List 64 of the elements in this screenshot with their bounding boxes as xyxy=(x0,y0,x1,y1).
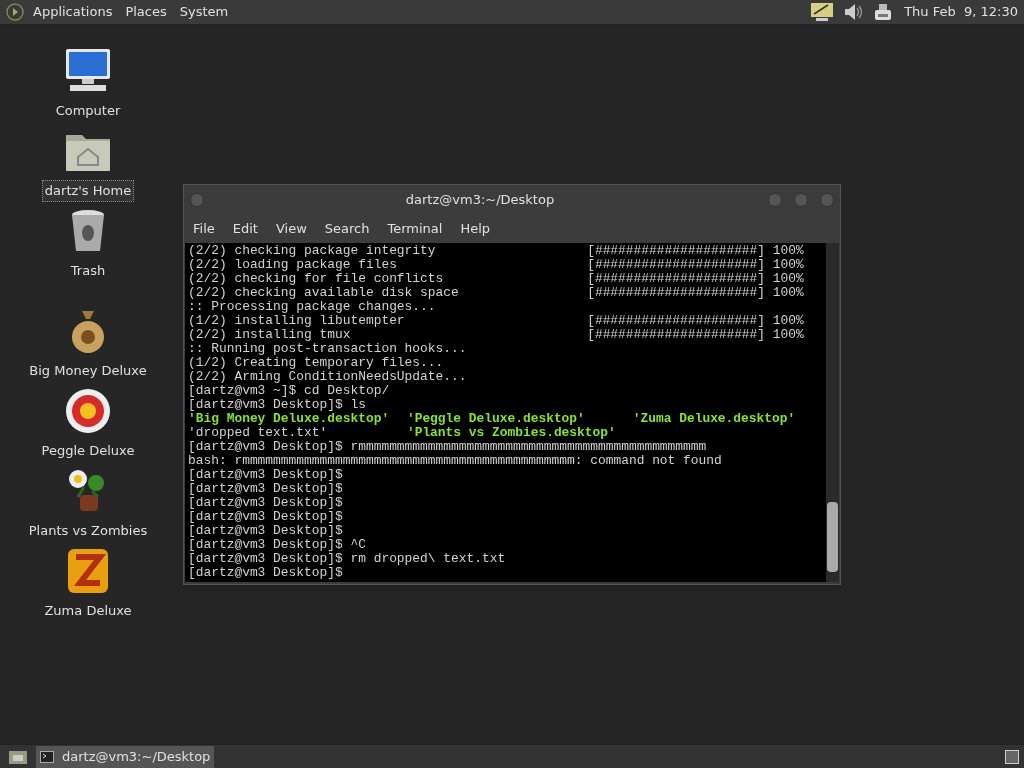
icon-label[interactable]: Big Money Deluxe xyxy=(26,360,150,382)
terminal-line: (2/2) checking for file conflicts xyxy=(188,272,445,286)
percent-text: 100% xyxy=(772,314,804,328)
terminal-line: [dartz@vm3 Desktop]$ xyxy=(188,482,343,496)
panel-menu[interactable]: Applications xyxy=(33,2,113,22)
menu-item[interactable]: View xyxy=(270,219,312,239)
taskbar-button[interactable]: dartz@vm3:~/Desktop xyxy=(36,745,215,768)
terminal-line: [dartz@vm3 Desktop]$ rm dropped\ text.txt xyxy=(188,552,506,566)
terminal-line: (2/2) loading package files xyxy=(188,258,398,272)
progress-text: [#####################] xyxy=(587,244,766,258)
clock[interactable]: Thu Feb 9, 12:30 xyxy=(904,2,1018,22)
terminal-line: [dartz@vm3 Desktop]$ xyxy=(188,510,343,524)
icon-label[interactable]: Computer xyxy=(52,100,124,122)
icon-label[interactable]: Plants vs Zombies xyxy=(25,520,151,542)
menu-item[interactable]: File xyxy=(188,219,220,239)
terminal-line: [dartz@vm3 Desktop]$ xyxy=(188,566,343,580)
menu-item[interactable]: Edit xyxy=(227,219,263,239)
percent-text: 100% xyxy=(772,258,804,272)
terminal-line: (2/2) installing tmux xyxy=(188,328,352,342)
terminal-line: [dartz@vm3 Desktop]$ xyxy=(188,524,343,538)
icon-label[interactable]: dartz's Home xyxy=(41,180,135,202)
terminal-line: (2/2) Arming ConditionNeedsUpdate... xyxy=(188,370,467,384)
panel-menu[interactable]: Places xyxy=(125,2,167,22)
file-name: 'Plants vs Zombies.desktop' xyxy=(406,426,617,440)
terminal-line: [dartz@vm3 Desktop]$ ^C xyxy=(188,538,366,552)
file-name: 'Peggle Deluxe.desktop' xyxy=(406,412,586,426)
panel-menu[interactable]: System xyxy=(179,2,229,22)
menu-item[interactable]: Terminal xyxy=(382,219,448,239)
terminal-line: :: Processing package changes... xyxy=(188,300,436,314)
speaker-icon[interactable] xyxy=(842,2,865,22)
app-menu-icon[interactable] xyxy=(6,3,24,21)
file-name: 'dropped text.txt' xyxy=(188,426,329,440)
window-title: dartz@vm3:~/Desktop xyxy=(404,191,556,210)
terminal-icon xyxy=(40,750,54,763)
monitor-icon[interactable] xyxy=(810,2,835,22)
terminal-line: :: Running post-transaction hooks... xyxy=(188,342,467,356)
percent-text: 100% xyxy=(772,272,804,286)
progress-text: [#####################] xyxy=(587,314,766,328)
percent-text: 100% xyxy=(772,328,804,342)
progress-text: [#####################] xyxy=(587,258,766,272)
file-name: 'Zuma Deluxe.desktop' xyxy=(632,412,796,426)
workspace-switcher[interactable] xyxy=(1005,749,1019,764)
terminal-line: [dartz@vm3 Desktop]$ rmmmmmmmmmmmmmmmmmmmmmmmmmmmmmmmmmmmmmmmmmmmmm xyxy=(188,440,707,454)
scrollbar[interactable] xyxy=(826,243,839,582)
menu-item[interactable]: Help xyxy=(455,219,496,239)
terminal-line: [dartz@vm3 Desktop]$ ls xyxy=(188,398,366,412)
file-name: 'Big Money Deluxe.desktop' xyxy=(188,412,391,426)
terminal-line: [dartz@vm3 Desktop]$ xyxy=(188,496,343,510)
terminal-line: bash: rmmmmmmmmmmmmmmmmmmmmmmmmmmmmmmmmmmmmmmmmmmm: command not found xyxy=(188,454,722,468)
progress-text: [#####################] xyxy=(587,286,766,300)
terminal-line: (1/2) installing libutempter xyxy=(188,314,406,328)
percent-text: 100% xyxy=(772,244,804,258)
icon-label[interactable]: Trash xyxy=(67,260,109,282)
menu-item[interactable]: Search xyxy=(319,219,375,239)
terminal-line: (1/2) Creating temporary files... xyxy=(188,356,444,370)
icon-label[interactable]: Zuma Deluxe xyxy=(41,600,135,622)
percent-text: 100% xyxy=(772,286,804,300)
icon-label[interactable]: Peggle Deluxe xyxy=(38,440,138,462)
terminal-line: (2/2) checking package integrity xyxy=(188,244,437,258)
terminal-line: (2/2) checking available disk space xyxy=(188,286,460,300)
progress-text: [#####################] xyxy=(587,328,766,342)
terminal-line: [dartz@vm3 Desktop]$ xyxy=(188,468,343,482)
progress-text: [#####################] xyxy=(587,272,766,286)
terminal-line: [dartz@vm3 ~]$ cd Desktop/ xyxy=(188,384,390,398)
